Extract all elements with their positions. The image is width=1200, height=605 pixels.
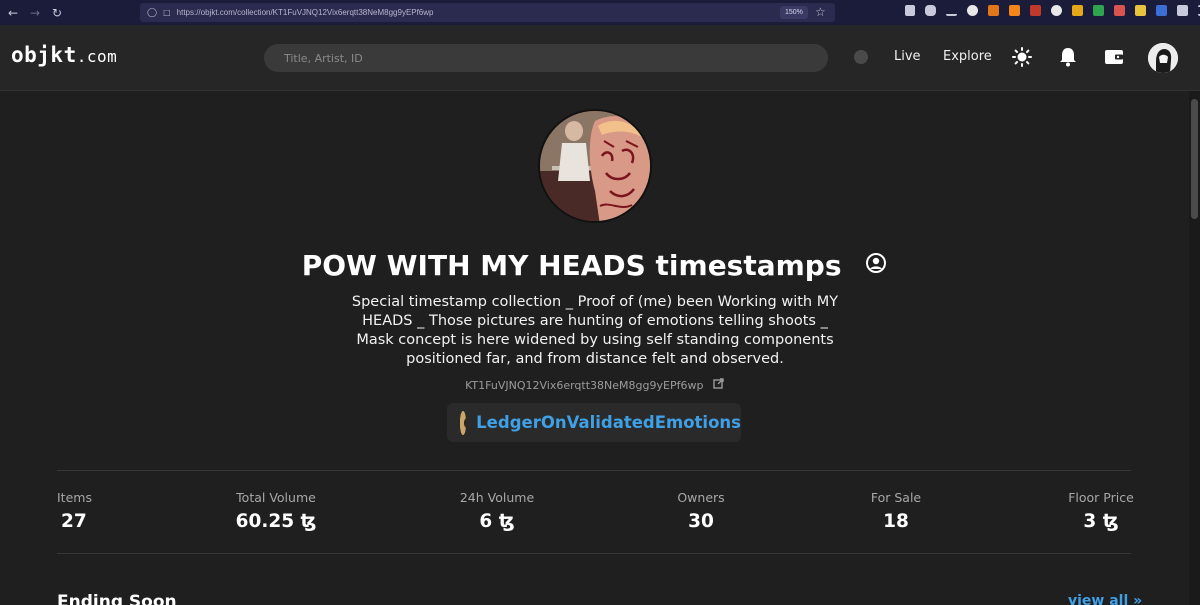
stat-value: 27 [61,511,87,532]
collection-avatar [538,109,652,223]
wallet-icon[interactable] [1102,45,1126,69]
divider [57,553,1131,554]
pocket-icon[interactable] [925,5,936,16]
stat-floor-price: Floor Price 3 ꜩ [1051,490,1151,532]
collection-title-text: POW WITH MY HEADS timestamps [301,249,842,282]
divider [57,470,1131,471]
stat-label: Floor Price [1068,490,1134,505]
stat-value: 6 ꜩ [479,511,515,532]
external-link-icon[interactable] [713,378,724,392]
extension-icons [905,5,1200,16]
extension-icon[interactable] [988,5,999,16]
url-text: https://objkt.com/collection/KT1FuVJNQ12… [176,8,434,17]
stat-24h-volume: 24h Volume 6 ꜩ [447,490,547,532]
stat-label: For Sale [870,490,922,505]
collection-title: POW WITH MY HEADS timestamps [0,249,1189,282]
extension-icon[interactable] [1093,5,1104,16]
stat-label: 24h Volume [459,490,535,505]
lock-icon: □ [163,8,171,17]
contract-address[interactable]: KT1FuVJNQ12Vix6erqtt38NeM8gg9yEPf6wp [0,378,1189,392]
extensions-puzzle-icon[interactable] [1177,5,1188,16]
user-circle-icon[interactable] [865,248,887,281]
creator-name[interactable]: LedgerOnValidatedEmotions [476,413,741,432]
stat-value: 18 [883,511,909,532]
extension-icon[interactable] [1135,5,1146,16]
scrollbar-thumb[interactable] [1191,99,1198,219]
creator-avatar [460,410,467,435]
stat-label: Owners [677,490,725,505]
stat-value: 3 ꜩ [1083,511,1119,532]
stat-value: 60.25 ꜩ [235,511,317,532]
search-input[interactable] [284,51,828,65]
extension-icon[interactable] [967,5,978,16]
forward-arrow-icon[interactable]: → [26,4,44,22]
extension-icon[interactable] [905,5,915,16]
address-bar[interactable]: ◯ □ https://objkt.com/collection/KT1FuVJ… [140,3,835,22]
extension-icon[interactable] [1114,5,1125,16]
creator-link[interactable]: LedgerOnValidatedEmotions [447,403,741,442]
search-bar[interactable] [264,44,828,72]
reload-icon[interactable]: ↻ [48,4,66,22]
stat-label: Items [57,490,92,505]
stat-owners: Owners 30 [651,490,751,532]
collection-description: Special timestamp collection _ Proof of … [351,294,839,367]
nav-explore-link[interactable]: Explore [943,49,992,64]
view-all-link[interactable]: view all » [1068,593,1142,605]
stat-label: Total Volume [236,490,316,505]
network-status-dot [854,50,868,64]
ending-soon-heading: Ending Soon [57,592,177,605]
extension-icon[interactable] [1030,5,1041,16]
objkt-logo[interactable]: objkt.com [11,43,117,67]
extension-icon[interactable] [1051,5,1062,16]
extension-icon[interactable] [1072,5,1083,16]
contract-address-text[interactable]: KT1FuVJNQ12Vix6erqtt38NeM8gg9yEPf6wp [465,379,703,392]
bell-icon[interactable] [1056,45,1080,69]
back-arrow-icon[interactable]: ← [4,4,22,22]
stat-items: Items 27 [57,490,92,532]
bookmark-star-icon[interactable]: ☆ [815,5,826,19]
site-header: objkt.com Live Explore [0,25,1200,91]
stat-total-volume: Total Volume 60.25 ꜩ [226,490,326,532]
nav-live-link[interactable]: Live [894,49,921,64]
shield-icon: ◯ [147,7,158,18]
stat-value: 30 [688,511,714,532]
zoom-level-badge[interactable]: 150% [780,6,808,19]
browser-toolbar: ← → ↻ ◯ □ https://objkt.com/collection/K… [0,0,1200,25]
theme-sun-icon[interactable] [1010,45,1034,69]
extension-icon[interactable] [1156,5,1167,16]
page-scrollbar[interactable] [1189,91,1200,605]
metamask-icon[interactable] [1009,5,1020,16]
stat-for-sale: For Sale 18 [846,490,946,532]
download-icon[interactable] [946,5,957,16]
user-avatar[interactable] [1148,43,1178,73]
